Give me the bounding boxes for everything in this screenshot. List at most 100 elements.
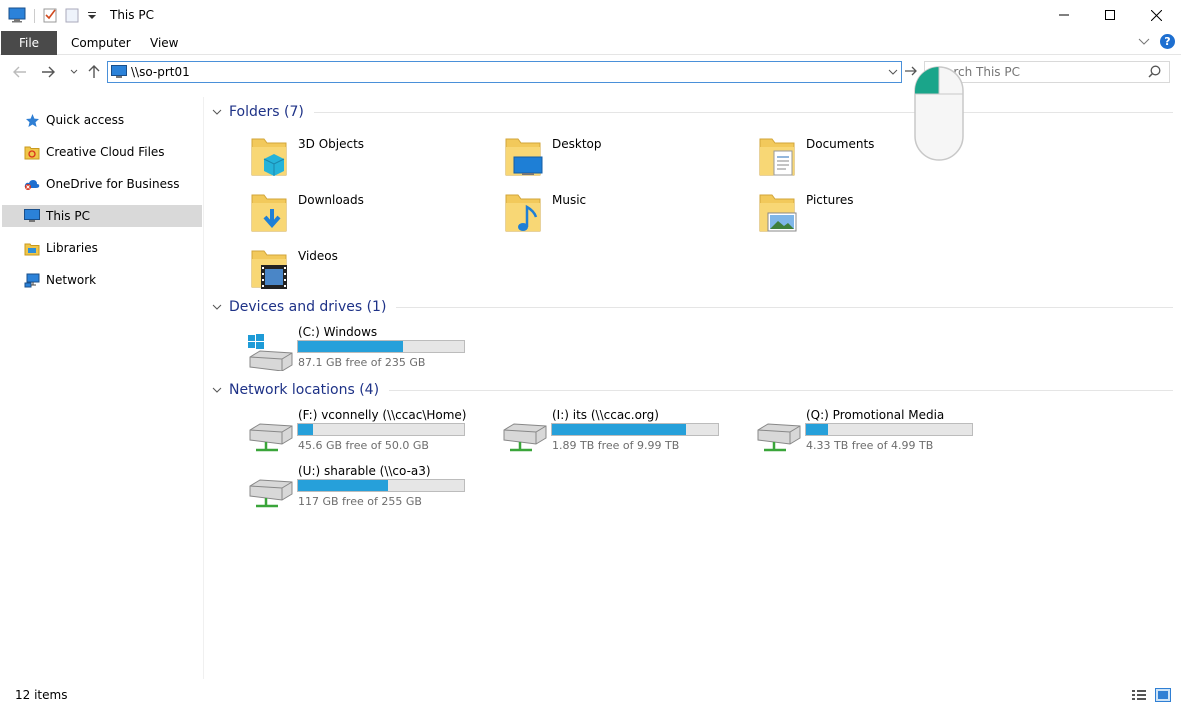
sidebar-item-this-pc[interactable]: This PC [2, 205, 202, 227]
drive-label: (Q:) Promotional Media [806, 408, 945, 422]
folder-videos[interactable]: Videos [210, 241, 460, 291]
group-title: Devices and drives (1) [229, 299, 387, 315]
back-arrow-icon [13, 66, 26, 78]
ribbon: File Computer View ? [0, 31, 1181, 55]
address-dropdown-chevron-icon[interactable] [888, 65, 898, 79]
new-folder-icon[interactable] [65, 7, 79, 26]
network-drive-icon [249, 479, 293, 508]
close-icon [1150, 9, 1162, 21]
expand-ribbon-chevron-icon[interactable] [1138, 35, 1150, 49]
help-icon[interactable]: ? [1160, 34, 1175, 49]
sidebar-item-label: Creative Cloud Files [46, 145, 165, 159]
quick-access-toolbar [8, 7, 97, 25]
drive-usage-fill [298, 424, 313, 435]
folder-music[interactable]: Music [464, 185, 714, 235]
drive-label: (F:) vconnelly (\\ccac\Home) [298, 408, 467, 422]
drive-label: (C:) Windows [298, 325, 378, 339]
up-button[interactable] [84, 62, 104, 82]
drive-c-windows[interactable]: (C:) Windows 87.1 GB free of 235 GB [210, 325, 465, 381]
drive-usage-fill [806, 424, 828, 435]
group-header-network-locations[interactable]: Network locations (4) [210, 378, 1173, 402]
drive-label: (U:) sharable (\\co-a3) [298, 464, 431, 478]
search-icon[interactable] [1148, 65, 1161, 81]
network-drive-f[interactable]: (F:) vconnelly (\\ccac\Home) 45.6 GB fre… [210, 408, 467, 464]
folder-label: Videos [298, 249, 338, 263]
folder-label: Desktop [552, 137, 602, 151]
sidebar-item-network[interactable]: Network [2, 269, 202, 291]
onedrive-icon [24, 176, 40, 192]
navigation-bar [0, 56, 1181, 90]
file-explorer-window: This PC File Computer View ? \\so-prt01 … [0, 0, 1181, 708]
drive-free-space: 1.89 TB free of 9.99 TB [552, 439, 680, 452]
folder-downloads[interactable]: Downloads [210, 185, 460, 235]
sidebar-item-libraries[interactable]: Libraries [2, 237, 202, 259]
drive-free-space: 117 GB free of 255 GB [298, 495, 422, 508]
maximize-button[interactable] [1087, 0, 1133, 30]
tab-file[interactable]: File [1, 31, 57, 55]
network-drive-q[interactable]: (Q:) Promotional Media 4.33 TB free of 4… [718, 408, 973, 464]
sidebar-item-label: Libraries [46, 241, 98, 255]
mouse-cursor-overlay-icon [914, 66, 964, 161]
videos-folder-icon [251, 250, 287, 289]
minimize-button[interactable] [1041, 0, 1087, 30]
network-icon [24, 272, 40, 288]
navigation-pane: Quick access Creative Cloud Files OneDri… [0, 97, 204, 679]
pictures-folder-icon [759, 194, 797, 232]
sidebar-item-label: Network [46, 273, 97, 287]
maximize-icon [1105, 10, 1115, 20]
folder-pictures[interactable]: Pictures [718, 185, 968, 235]
sidebar-item-label: OneDrive for Business [46, 177, 180, 191]
network-drive-u[interactable]: (U:) sharable (\\co-a3) 117 GB free of 2… [210, 464, 465, 520]
drive-label: (I:) its (\\ccac.org) [552, 408, 659, 422]
title-bar: This PC [0, 0, 1181, 31]
desktop-folder-icon [505, 138, 543, 176]
content-pane: Folders (7) 3D Objects Desktop Documents [210, 97, 1175, 677]
details-view-icon[interactable] [1131, 688, 1147, 705]
folder-desktop[interactable]: Desktop [464, 129, 714, 179]
drive-usage-bar [805, 423, 973, 436]
folder-label: Downloads [298, 193, 364, 207]
documents-folder-icon [759, 138, 795, 176]
chevron-down-icon[interactable] [212, 300, 226, 314]
computer-icon [24, 208, 40, 224]
forward-arrow-icon [42, 66, 55, 78]
sidebar-item-quick-access[interactable]: Quick access [2, 109, 202, 131]
creative-cloud-folder-icon [24, 144, 40, 160]
sidebar-item-creative-cloud-files[interactable]: Creative Cloud Files [2, 141, 202, 163]
back-button[interactable] [10, 62, 30, 82]
tab-view[interactable]: View [137, 31, 191, 55]
view-switcher [1131, 688, 1171, 705]
this-pc-icon [8, 7, 26, 26]
group-title: Network locations (4) [229, 382, 380, 398]
properties-icon[interactable] [43, 7, 57, 26]
address-bar[interactable] [107, 61, 902, 83]
group-divider [313, 111, 1173, 113]
ribbon-controls: ? [1138, 34, 1175, 49]
network-drive-icon [503, 423, 547, 452]
folder-3d-objects[interactable]: 3D Objects [210, 129, 460, 179]
forward-button[interactable] [38, 62, 58, 82]
address-input[interactable] [131, 64, 871, 80]
minimize-icon [1059, 14, 1069, 16]
chevron-down-icon[interactable] [212, 383, 226, 397]
recent-locations-button[interactable] [64, 62, 84, 82]
large-icons-view-icon[interactable] [1155, 688, 1171, 705]
drive-usage-bar [551, 423, 719, 436]
network-drive-icon [249, 423, 293, 452]
sidebar-item-onedrive-for-business[interactable]: OneDrive for Business [2, 173, 202, 195]
drive-usage-bar [297, 479, 465, 492]
chevron-down-icon[interactable] [212, 105, 226, 119]
3d-objects-folder-icon [251, 138, 287, 176]
group-header-folders[interactable]: Folders (7) [210, 100, 1173, 124]
network-drive-i[interactable]: (I:) its (\\ccac.org) 1.89 TB free of 9.… [464, 408, 719, 464]
close-button[interactable] [1133, 0, 1179, 30]
customize-qat-chevron-icon[interactable] [87, 9, 97, 23]
folder-label: 3D Objects [298, 137, 365, 151]
drive-usage-fill [298, 480, 388, 491]
computer-icon [111, 65, 127, 82]
group-header-devices-and-drives[interactable]: Devices and drives (1) [210, 295, 1173, 319]
drive-usage-bar [297, 423, 465, 436]
star-icon [24, 112, 40, 128]
group-divider [389, 389, 1173, 391]
tab-computer[interactable]: Computer [58, 31, 144, 55]
